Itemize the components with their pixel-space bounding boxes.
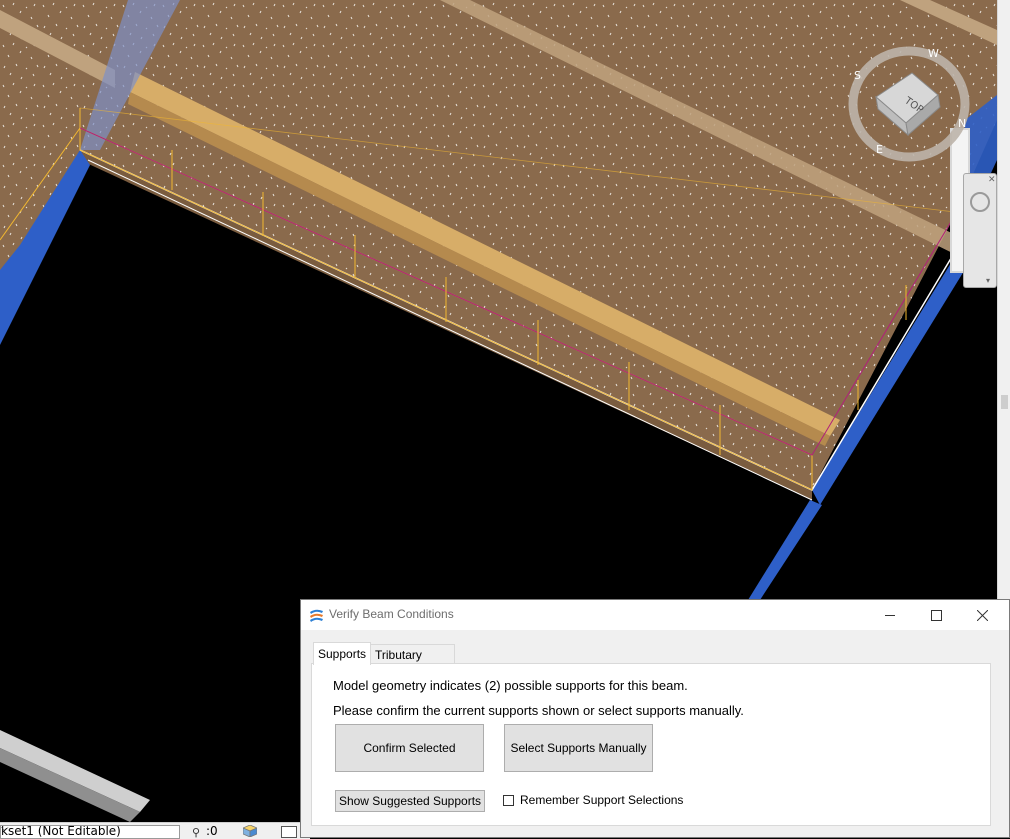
checkbox-box[interactable] [503,794,514,806]
close-button[interactable] [959,600,1005,630]
close-icon[interactable]: ✕ [988,175,996,185]
dialog-titlebar[interactable]: Verify Beam Conditions [301,600,1009,630]
confirm-selected-button[interactable]: Confirm Selected [335,724,484,772]
filter-icon[interactable]: ⚲ [192,826,200,839]
remember-support-selections-checkbox[interactable]: Remember Support Selections [503,793,683,807]
navigation-bar[interactable]: ✕ ▾ [963,173,997,288]
chevron-down-icon[interactable]: ▾ [986,276,990,285]
tab-tributary-beams[interactable]: Tributary Beams [370,644,455,682]
show-suggested-supports-button[interactable]: Show Suggested Supports [335,790,485,812]
maximize-button[interactable] [913,600,959,630]
status-bar: kset1 (Not Editable) ⌵ ⚲ :0 [0,822,310,839]
workset-dropdown[interactable]: kset1 (Not Editable) ⌵ [0,825,180,839]
selection-count: :0 [206,824,218,838]
verify-beam-conditions-dialog: Verify Beam Conditions Supports Tributar… [300,599,1010,838]
svg-text:E: E [876,143,883,156]
support-count-message: Model geometry indicates (2) possible su… [333,678,688,693]
select-supports-manually-button[interactable]: Select Supports Manually [504,724,653,772]
steering-wheel-icon[interactable] [970,192,990,212]
design-options-icon[interactable] [243,825,257,837]
remember-support-selections-label: Remember Support Selections [520,793,684,807]
svg-text:S: S [854,69,861,82]
confirm-instruction-message: Please confirm the current supports show… [333,703,744,718]
scrollbar-thumb[interactable] [1001,395,1008,409]
dialog-title: Verify Beam Conditions [329,607,454,621]
sheet-icon[interactable] [281,826,297,838]
minimize-button[interactable] [867,600,913,630]
minimize-icon [885,614,895,616]
svg-text:W: W [928,47,939,60]
view-cube[interactable]: TOP S W N E [848,45,970,163]
app-logo-icon [310,609,323,622]
tab-supports[interactable]: Supports [313,642,372,665]
maximize-icon [930,609,942,621]
close-icon [976,609,988,621]
svg-text:N: N [958,117,966,130]
chevron-down-icon: ⌵ [1,825,9,834]
